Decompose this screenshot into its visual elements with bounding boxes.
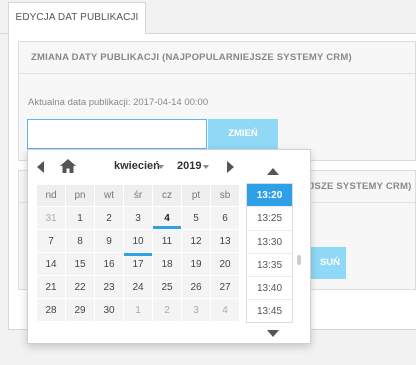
month-select[interactable]: kwiecień xyxy=(114,160,160,172)
calendar-day[interactable]: 22 xyxy=(66,276,94,298)
calendar-day[interactable]: 25 xyxy=(153,276,181,298)
time-scroll-up-icon[interactable] xyxy=(267,168,279,175)
weekday-header: pn xyxy=(66,185,94,206)
change-date-button[interactable]: ZMIEŃ xyxy=(208,119,278,149)
datetime-picker: kwiecień 2019 nd pn wt śr cz pt sb 31 1 … xyxy=(27,149,311,344)
time-option[interactable]: 13:45 xyxy=(247,300,292,322)
calendar-day[interactable]: 16 xyxy=(95,253,123,275)
month-caret-icon xyxy=(158,165,164,169)
time-option[interactable]: 13:25 xyxy=(247,207,292,231)
calendar-day[interactable]: 19 xyxy=(182,253,210,275)
calendar-day[interactable]: 20 xyxy=(211,253,239,275)
year-select[interactable]: 2019 xyxy=(177,160,201,172)
weekday-header: cz xyxy=(153,185,181,206)
calendar-day[interactable]: 31 xyxy=(37,207,65,229)
prev-month-icon[interactable] xyxy=(37,161,44,173)
tab-bar: EDYCJA DAT PUBLIKACJI xyxy=(0,0,416,35)
calendar-day[interactable]: 15 xyxy=(66,253,94,275)
year-caret-icon xyxy=(203,165,209,169)
scrollbar-thumb[interactable] xyxy=(297,255,301,265)
time-option[interactable]: 13:35 xyxy=(247,254,292,278)
calendar-nav: kwiecień 2019 xyxy=(28,150,238,184)
calendar-day[interactable]: 9 xyxy=(95,230,123,252)
calendar-day[interactable]: 30 xyxy=(95,299,123,321)
calendar-day[interactable]: 5 xyxy=(182,207,210,229)
calendar-day[interactable]: 13 xyxy=(211,230,239,252)
calendar-day[interactable]: 3 xyxy=(124,207,152,229)
calendar-day[interactable]: 1 xyxy=(124,299,152,321)
calendar-day[interactable]: 2 xyxy=(153,299,181,321)
calendar-grid: nd pn wt śr cz pt sb 31 1 2 3 4 5 6 7 8 xyxy=(36,184,240,322)
home-icon[interactable] xyxy=(60,159,76,173)
section-title: ZMIANA DATY PUBLIKACJI (NAJPOPULARNIEJSZ… xyxy=(19,42,415,74)
calendar-day[interactable]: 23 xyxy=(95,276,123,298)
calendar-day[interactable]: 27 xyxy=(211,276,239,298)
current-publish-date: Aktualna data publikacji: 2017-04-14 00:… xyxy=(28,97,209,108)
time-list: 13:20 13:25 13:30 13:35 13:40 13:45 xyxy=(246,183,293,323)
calendar-day[interactable]: 2 xyxy=(95,207,123,229)
weekday-header: sb xyxy=(211,185,239,206)
time-option[interactable]: 13:30 xyxy=(247,231,292,254)
calendar-day[interactable]: 4 xyxy=(211,299,239,321)
weekday-header: pt xyxy=(182,185,210,206)
weekday-header: nd xyxy=(37,185,65,206)
calendar-day[interactable]: 3 xyxy=(182,299,210,321)
time-scrollbar[interactable] xyxy=(296,183,301,323)
calendar-day[interactable]: 28 xyxy=(37,299,65,321)
publish-date-input[interactable] xyxy=(27,119,207,149)
weekday-header: śr xyxy=(124,185,152,206)
calendar-day[interactable]: 24 xyxy=(124,276,152,298)
calendar-day[interactable]: 6 xyxy=(211,207,239,229)
calendar-day[interactable]: 8 xyxy=(66,230,94,252)
next-month-icon[interactable] xyxy=(227,161,234,173)
tab-edycja-dat-publikacji[interactable]: EDYCJA DAT PUBLIKACJI xyxy=(8,2,146,35)
calendar-day[interactable]: 21 xyxy=(37,276,65,298)
calendar-day[interactable]: 10 xyxy=(124,230,152,252)
weekday-header: wt xyxy=(95,185,123,206)
calendar-day-today[interactable]: 17 xyxy=(124,253,152,275)
calendar-day[interactable]: 12 xyxy=(182,230,210,252)
time-option[interactable]: 13:40 xyxy=(247,277,292,301)
calendar-day[interactable]: 18 xyxy=(153,253,181,275)
time-option-selected[interactable]: 13:20 xyxy=(247,184,292,208)
calendar-day-selected[interactable]: 4 xyxy=(153,207,181,229)
calendar-day[interactable]: 14 xyxy=(37,253,65,275)
calendar-day[interactable]: 1 xyxy=(66,207,94,229)
time-scroll-down-icon[interactable] xyxy=(267,330,279,337)
calendar-day[interactable]: 26 xyxy=(182,276,210,298)
time-picker: 13:20 13:25 13:30 13:35 13:40 13:45 xyxy=(246,156,301,341)
calendar-day[interactable]: 7 xyxy=(37,230,65,252)
calendar-day[interactable]: 29 xyxy=(66,299,94,321)
calendar-day[interactable]: 11 xyxy=(153,230,181,252)
